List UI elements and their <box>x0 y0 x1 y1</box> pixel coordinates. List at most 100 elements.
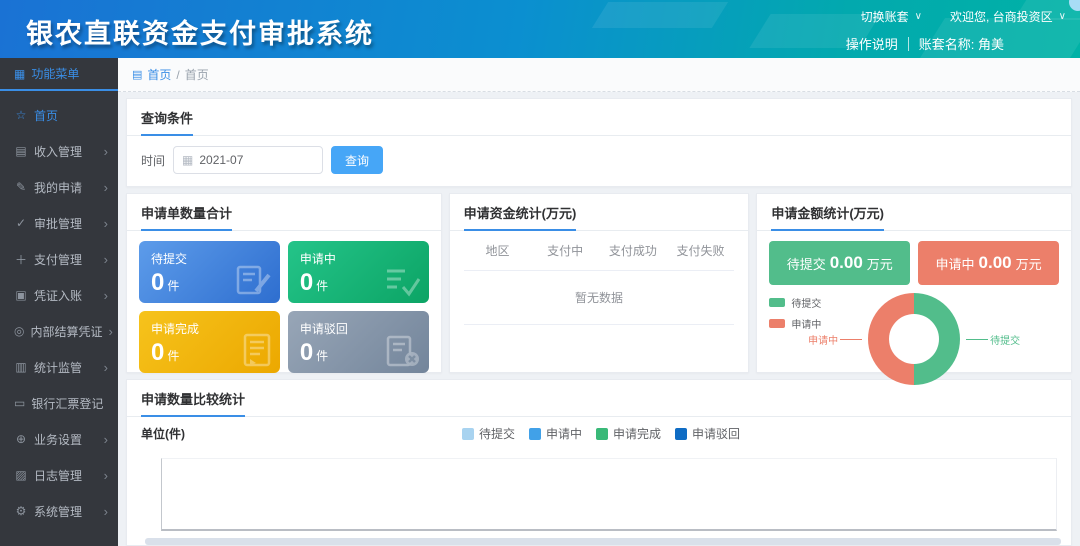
sidebar-item[interactable]: ✎ 我的申请 › <box>0 169 118 205</box>
sidebar-item-label: 银行汇票登记 <box>31 395 103 412</box>
sidebar-item-label: 我的申请 <box>34 179 98 196</box>
comparison-panel: 申请数量比较统计 单位(件) 待提交 申请中 <box>126 379 1072 546</box>
pending-amount-button[interactable]: 待提交 0.00 万元 <box>769 241 910 285</box>
chevron-right-icon: › <box>104 504 108 519</box>
switch-account-link[interactable]: 切换账套 <box>861 8 909 25</box>
sidebar-item-icon: ✓ <box>14 216 28 230</box>
sidebar-item[interactable]: ▭ 银行汇票登记 <box>0 385 118 421</box>
breadcrumb-home-link[interactable]: 首页 <box>147 66 171 83</box>
sidebar-item[interactable]: ⊕ 业务设置 › <box>0 421 118 457</box>
amount-unit: 万元 <box>1016 254 1042 273</box>
sidebar-item[interactable]: ▤ 收入管理 › <box>0 133 118 169</box>
welcome-user-dropdown[interactable]: 欢迎您, 台商投资区 <box>950 8 1053 25</box>
sidebar-item-icon: ▭ <box>14 396 25 410</box>
sidebar-item-label: 支付管理 <box>34 251 98 268</box>
sidebar-item-icon: ◎ <box>14 324 24 338</box>
amount-unit: 万元 <box>867 254 893 273</box>
sidebar-item-icon: ⊕ <box>14 432 28 446</box>
legend-swatch <box>462 428 474 440</box>
chevron-down-icon[interactable]: ∨ <box>1059 11 1066 22</box>
amount-panel-title: 申请金额统计(万元) <box>771 203 884 231</box>
sidebar-item-icon: ▥ <box>14 360 28 374</box>
sidebar-item-icon: ▣ <box>14 288 28 302</box>
page-doc-icon: ▤ <box>132 68 142 81</box>
sidebar-item-label: 审批管理 <box>34 215 98 232</box>
funds-table-header: 地区支付中支付成功支付失败 <box>464 231 735 271</box>
divider <box>908 37 909 51</box>
legend-item[interactable]: 待提交 <box>462 425 515 442</box>
chevron-down-icon[interactable]: ∨ <box>915 11 922 22</box>
legend-item[interactable]: 申请中 <box>529 425 582 442</box>
horizontal-scrollbar[interactable] <box>145 538 1061 545</box>
comparison-legend: 待提交 申请中 申请完成 <box>145 425 1057 442</box>
sidebar-item-label: 收入管理 <box>34 143 98 160</box>
funds-table-column: 支付中 <box>531 242 599 259</box>
sidebar-item[interactable]: ▥ 统计监管 › <box>0 349 118 385</box>
sidebar-menu-title: 功能菜单 <box>31 65 79 82</box>
grid-menu-icon: ▦ <box>14 67 25 81</box>
breadcrumb-current: 首页 <box>185 66 209 83</box>
sidebar-item-label: 凭证入账 <box>34 287 98 304</box>
app-title: 银农直联资金支付审批系统 <box>26 12 374 51</box>
month-picker-input[interactable]: ▦ 2021-07 <box>173 146 323 174</box>
leader-line <box>966 339 988 340</box>
sidebar-item-icon: ⚙ <box>14 504 28 518</box>
funds-panel-title: 申请资金统计(万元) <box>464 203 577 231</box>
account-name-label: 账套名称: 角美 <box>919 34 1004 53</box>
sidebar-item-icon: ☆ <box>14 108 28 122</box>
amount-label: 申请中 <box>936 254 975 273</box>
stat-card-applying[interactable]: 申请中 0件 <box>288 241 429 303</box>
amount-label: 待提交 <box>787 254 826 273</box>
sidebar-item-label: 首页 <box>34 107 102 124</box>
month-picker-value: 2021-07 <box>199 153 243 167</box>
legend-label: 待提交 <box>479 425 515 442</box>
sidebar-item-icon: ✎ <box>14 180 28 194</box>
donut-chart[interactable] <box>868 293 960 385</box>
stat-card-rejected[interactable]: 申请驳回 0件 <box>288 311 429 373</box>
bar-chart-plot-area <box>161 458 1057 531</box>
chevron-right-icon: › <box>104 216 108 231</box>
legend-label: 申请中 <box>546 425 582 442</box>
sidebar-item-label: 业务设置 <box>34 431 98 448</box>
time-label: 时间 <box>141 152 165 169</box>
stat-card-value: 0 <box>151 339 164 366</box>
amount-value: 0.00 <box>979 253 1012 273</box>
stat-card-unit: 件 <box>316 349 328 363</box>
sidebar-item[interactable]: ▣ 凭证入账 › <box>0 277 118 313</box>
stat-card-completed[interactable]: 申请完成 0件 <box>139 311 280 373</box>
amount-stats-panel: 申请金额统计(万元) 待提交 0.00 万元 申请中 0.00 万元 <box>756 193 1072 373</box>
stat-card-value: 0 <box>151 269 164 296</box>
legend-label: 申请驳回 <box>692 425 740 442</box>
sidebar-item-icon: ＋ <box>14 251 28 268</box>
sidebar-item[interactable]: ✓ 审批管理 › <box>0 205 118 241</box>
sidebar-item[interactable]: ▨ 日志管理 › <box>0 457 118 493</box>
sidebar-item-label: 内部结算凭证 <box>30 323 102 340</box>
donut-right-label: 待提交 <box>966 332 1020 347</box>
sidebar-item[interactable]: ⚙ 系统管理 › <box>0 493 118 529</box>
empty-data-text: 暂无数据 <box>464 271 735 325</box>
legend-swatch <box>675 428 687 440</box>
search-button[interactable]: 查询 <box>331 146 383 174</box>
legend-item[interactable]: 申请驳回 <box>675 425 740 442</box>
sidebar-item[interactable]: ◎ 内部结算凭证 › <box>0 313 118 349</box>
stat-card-unit: 件 <box>167 279 179 293</box>
applying-amount-button[interactable]: 申请中 0.00 万元 <box>918 241 1059 285</box>
legend-label: 申请完成 <box>613 425 661 442</box>
breadcrumb-separator: / <box>176 68 179 82</box>
legend-item[interactable]: 申请完成 <box>596 425 661 442</box>
stat-card-pending-submit[interactable]: 待提交 0件 <box>139 241 280 303</box>
legend-swatch <box>596 428 608 440</box>
document-edit-icon <box>236 263 272 297</box>
chevron-right-icon: › <box>104 144 108 159</box>
funds-stats-panel: 申请资金统计(万元) 地区支付中支付成功支付失败 暂无数据 <box>449 193 750 373</box>
amount-value: 0.00 <box>830 253 863 273</box>
operation-guide-link[interactable]: 操作说明 <box>846 34 898 53</box>
sidebar-item[interactable]: ☆ 首页 <box>0 97 118 133</box>
chevron-right-icon: › <box>104 468 108 483</box>
funds-table-column: 地区 <box>464 242 532 259</box>
sidebar-item[interactable]: ＋ 支付管理 › <box>0 241 118 277</box>
chevron-right-icon: › <box>104 288 108 303</box>
funds-table-column: 支付失败 <box>667 242 735 259</box>
document-reject-icon <box>385 333 421 367</box>
sidebar-menu: ☆ 首页 ▤ 收入管理 › ✎ 我的申请 › ✓ <box>0 91 118 529</box>
